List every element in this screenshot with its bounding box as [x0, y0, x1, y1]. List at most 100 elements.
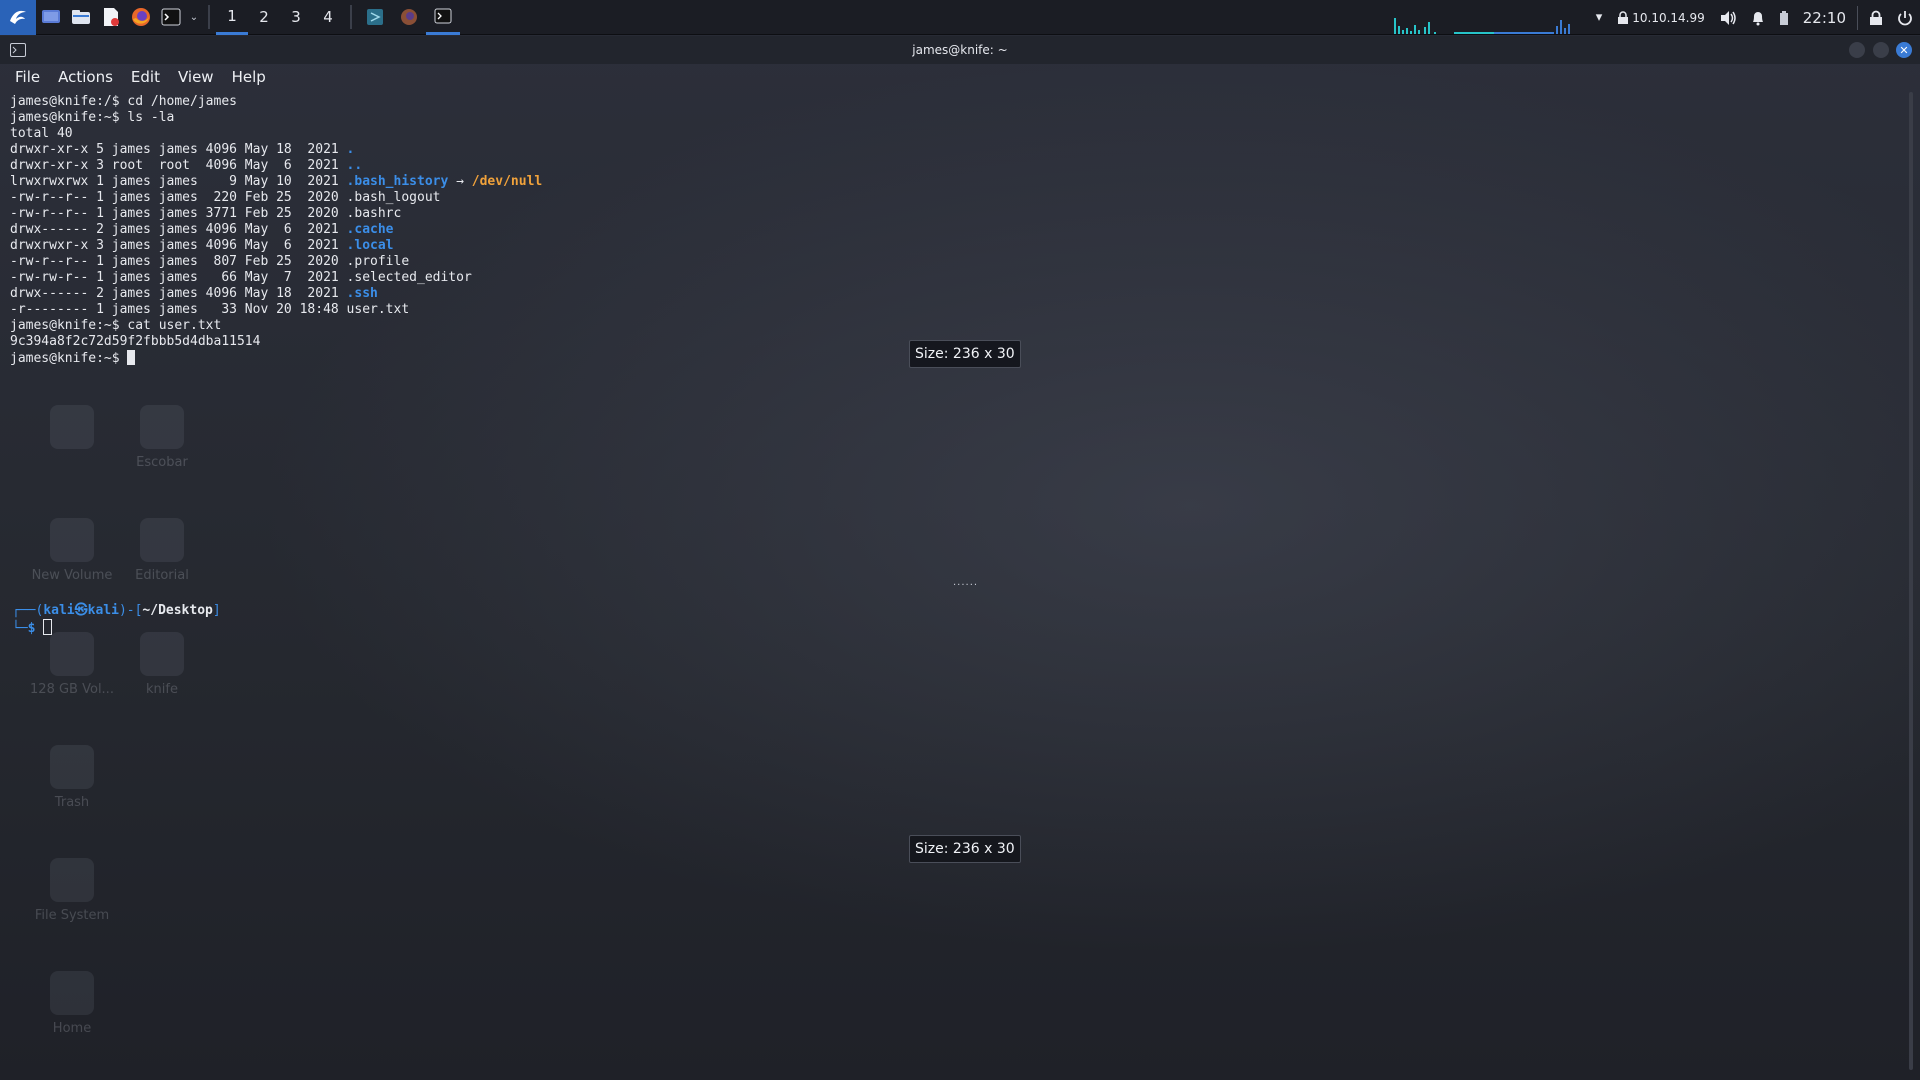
desktop-icon-trash[interactable]: Trash [27, 745, 117, 810]
kali-menu-button[interactable] [0, 0, 36, 35]
terminal-output[interactable]: james@knife:/$ cd /home/james james@knif… [10, 94, 542, 367]
battery-indicator[interactable] [1772, 0, 1796, 35]
wifi-icon: ▾ [1595, 10, 1603, 25]
terminal-scrollbar[interactable] [1909, 92, 1913, 1070]
panel-separator [350, 5, 352, 29]
volume-control[interactable] [1712, 0, 1744, 35]
menu-bar: File Actions Edit View Help [0, 64, 275, 90]
desktop-icon-home[interactable]: Home [27, 971, 117, 1036]
terminal-text: → [448, 174, 472, 189]
resize-size-tooltip: Size: 236 x 30 [909, 835, 1021, 863]
menu-actions[interactable]: Actions [49, 68, 122, 86]
window-titlebar[interactable]: james@knife: ~ ✕ [0, 36, 1920, 64]
terminal-text: -r-------- 1 james james 33 Nov 20 18:48… [10, 302, 410, 317]
desktop-icon-new-volume-glyph-icon [50, 518, 94, 562]
menu-help[interactable]: Help [223, 68, 275, 86]
wifi-indicator[interactable]: ▾ [1589, 0, 1610, 35]
vpn-ip-address: 10.10.14.99 [1632, 10, 1705, 25]
terminal-text: lrwxrwxrwx 1 james james 9 May 10 2021 [10, 174, 347, 189]
terminal-text: . [346, 142, 355, 157]
terminal-text: james@knife:~$ cat user.txt [10, 318, 222, 333]
terminal-text: .ssh [346, 286, 378, 301]
network-activity-graph [1394, 18, 1570, 34]
menu-view[interactable]: View [169, 68, 223, 86]
desktop-icon-new-volume[interactable]: New Volume [27, 518, 117, 583]
terminal-text: drwxr-xr-x 5 james james 4096 May 18 202… [10, 142, 347, 157]
terminal-text: james@knife:/$ cd /home/james [10, 94, 237, 109]
desktop-icon [42, 10, 60, 23]
top-panel: ⌄ 1234 ▾ 10.10.14.99 22:10 [0, 0, 1920, 35]
terminal-text: .bash_history [346, 174, 449, 189]
panel-separator [208, 5, 210, 29]
prompt-frame: ┌──( [12, 603, 44, 618]
menu-edit[interactable]: Edit [122, 68, 169, 86]
desktop-icon-128gb[interactable]: 128 GB Vol... [27, 632, 117, 697]
pane-resize-handle[interactable]: ...... [953, 577, 978, 588]
terminal-text: -rw-r--r-- 1 james james 3771 Feb 25 202… [10, 206, 402, 221]
terminal-icon [434, 8, 452, 23]
firefox-icon [132, 8, 150, 26]
desktop-icon-home-glyph-icon [50, 971, 94, 1015]
desktop-icon-128gb-glyph-icon [50, 632, 94, 676]
firefox-launcher[interactable] [126, 0, 156, 35]
vpn-indicator[interactable]: 10.10.14.99 [1609, 0, 1712, 35]
desktop-icon-filesystem-glyph-icon [50, 858, 94, 902]
terminal-launcher-dropdown[interactable]: ⌄ [186, 0, 202, 35]
close-button[interactable]: ✕ [1896, 42, 1912, 58]
workspace-4-button[interactable]: 4 [312, 0, 344, 35]
desktop-icon-label: 128 GB Vol... [30, 682, 114, 697]
desktop-icon-label: knife [146, 682, 178, 697]
menu-file[interactable]: File [6, 68, 49, 86]
terminal-text: drwxrwxr-x 3 james james 4096 May 6 2021 [10, 238, 347, 253]
lock-screen-button[interactable] [1862, 0, 1890, 35]
task-terminal[interactable] [426, 0, 460, 35]
desktop-icon-label: Editorial [135, 568, 189, 583]
desktop-icon-filesystem[interactable]: File System [27, 858, 117, 923]
battery-icon [1779, 10, 1788, 25]
second-terminal-prompt[interactable]: ┌──(kali㉿kali)-[~/Desktop] └─$ [12, 603, 221, 637]
desktop-icon-knife[interactable]: knife [117, 632, 207, 697]
resize-size-tooltip: Size: 236 x 30 [909, 340, 1021, 368]
terminal-text: 9c394a8f2c72d59f2fbbb5d4dba11514 [10, 334, 261, 349]
terminal-launcher[interactable] [156, 0, 186, 35]
speaker-icon [1720, 10, 1736, 25]
desktop-icon-escobar[interactable]: Escobar [117, 405, 207, 470]
desktop-icon-label: Home [52, 1021, 92, 1036]
workspace-2-button[interactable]: 2 [248, 0, 280, 35]
terminal-cursor [127, 350, 136, 365]
workspace-1-button[interactable]: 1 [216, 0, 248, 35]
firefox-icon [401, 9, 417, 25]
maximize-button[interactable] [1873, 42, 1889, 58]
terminal-text: drwxr-xr-x 3 root root 4096 May 6 2021 [10, 158, 347, 173]
task-vscode[interactable] [358, 0, 392, 35]
text-editor-launcher[interactable] [96, 0, 126, 35]
workspace-switcher: 1234 [216, 0, 344, 35]
terminal-text: .. [346, 158, 363, 173]
desktop-icon-1[interactable] [27, 405, 117, 455]
notifications-button[interactable] [1744, 0, 1772, 35]
file-manager-launcher[interactable] [66, 0, 96, 35]
clock[interactable]: 22:10 [1796, 0, 1853, 35]
desktop-icon-label: Trash [54, 795, 90, 810]
terminal-icon [161, 8, 181, 26]
window-title: james@knife: ~ [912, 43, 1008, 57]
kali-dragon-icon [10, 10, 26, 24]
desktop-icon-editorial[interactable]: Editorial [117, 518, 207, 583]
terminal-text: -rw-r--r-- 1 james james 220 Feb 25 2020… [10, 190, 441, 205]
workspace-3-button[interactable]: 3 [280, 0, 312, 35]
power-icon [1898, 10, 1912, 25]
folder-icon [72, 10, 90, 24]
desktop-icon-knife-glyph-icon [140, 632, 184, 676]
chevron-down-icon: ⌄ [189, 11, 199, 23]
text-editor-icon [104, 8, 119, 26]
bell-icon [1752, 11, 1763, 25]
lock-icon [1870, 10, 1882, 25]
terminal-text: /dev/null [471, 174, 543, 189]
minimize-button[interactable] [1849, 42, 1865, 58]
prompt-symbol: └─$ [12, 621, 44, 636]
show-desktop-button[interactable] [36, 0, 66, 35]
close-icon: ✕ [1899, 43, 1909, 57]
desktop-icon-label: File System [34, 908, 110, 923]
task-firefox[interactable] [392, 0, 426, 35]
logout-button[interactable] [1890, 0, 1920, 35]
